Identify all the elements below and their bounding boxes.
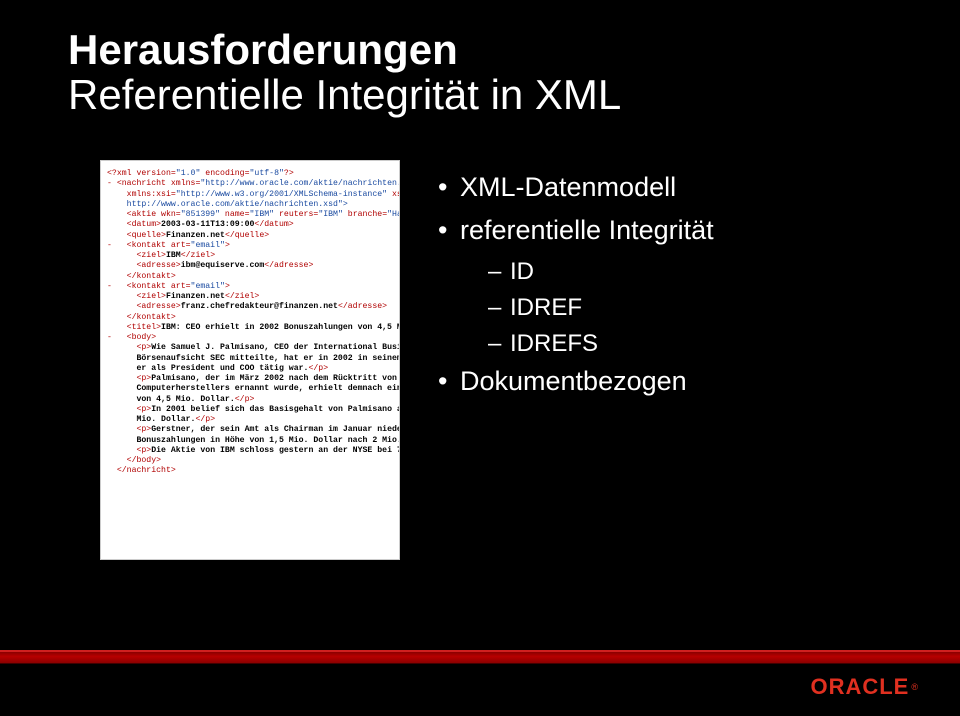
footer-bar [0,650,960,664]
bullet-dokumentbezogen: Dokumentbezogen [438,366,714,397]
bullet-id: ID [438,258,714,286]
xml-code: <?xml version="1.0" encoding="utf-8"?> -… [107,169,393,477]
logo-registered-icon: ® [911,682,918,692]
title-line1: Herausforderungen [68,28,621,72]
title-line2: Referentielle Integrität in XML [68,72,621,118]
slide: Herausforderungen Referentielle Integrit… [0,0,960,716]
bullet-idrefs: IDREFS [438,330,714,358]
xml-code-panel: <?xml version="1.0" encoding="utf-8"?> -… [100,160,400,560]
bullet-xml-datenmodell: XML-Datenmodell [438,172,714,203]
logo-text: ORACLE [810,674,909,700]
title-block: Herausforderungen Referentielle Integrit… [68,28,621,118]
bullet-idref: IDREF [438,294,714,322]
bullet-list: XML-Datenmodell referentielle Integrität… [438,172,714,409]
oracle-logo: ORACLE® [810,674,918,700]
bullet-referentielle-integritaet: referentielle Integrität [438,215,714,246]
